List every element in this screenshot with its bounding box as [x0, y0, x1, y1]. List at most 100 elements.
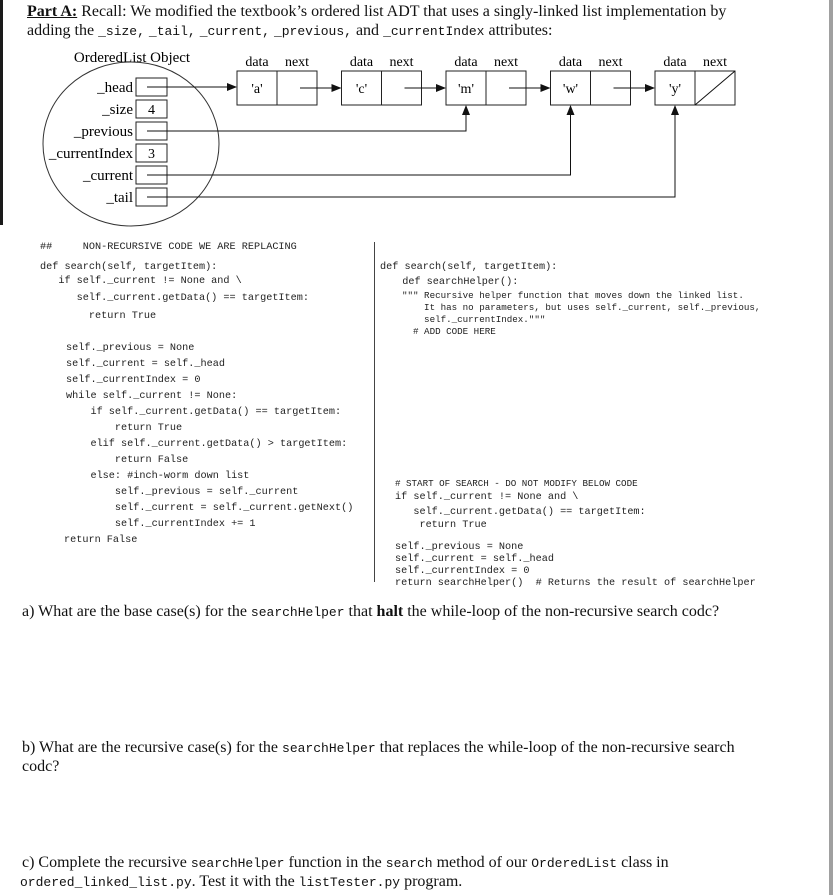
code-line: if self._current != None and \: [395, 492, 579, 503]
question-a: a) What are the base case(s) for the sea…: [22, 602, 719, 623]
question-a-mid: that: [344, 603, 377, 620]
code-line: self._current.getData() == targetItem:: [395, 507, 646, 518]
previous-pointer-arrow: [147, 105, 470, 132]
question-c-text: c) Complete the recursive: [22, 854, 191, 871]
node-value: 'm': [458, 82, 474, 97]
code-searchhelper: searchHelper: [250, 605, 345, 620]
code-line: while self._current != None:: [66, 391, 238, 402]
code-line: self._previous = None: [395, 542, 524, 553]
question-b-text: b) What are the recursive case(s) for th…: [22, 739, 283, 756]
question-c-line2-mid: . Test it with the: [191, 873, 299, 890]
code-line: if self._current.getData() == targetItem…: [66, 407, 342, 418]
node-data-label: data: [559, 55, 583, 70]
question-b-line2: codc?: [22, 757, 59, 777]
intro-line-1: Part A: Recall: We modified the textbook…: [27, 2, 726, 22]
question-b-suffix: that replaces the while-loop of the non-…: [375, 739, 735, 756]
and-word: and: [355, 22, 380, 39]
attribute-list: _head _size 4 _previous _currentIndex 3 _curre…: [48, 77, 168, 207]
intro-suffix: attributes:: [484, 22, 553, 39]
code-line: self._currentIndex += 1: [66, 519, 256, 530]
docstring-line: # ADD CODE HERE: [402, 326, 496, 337]
question-c-line2-suffix: program.: [400, 873, 463, 890]
docstring-line: self._currentIndex.""": [402, 314, 546, 325]
node-data-label: data: [245, 55, 269, 70]
intro-line-2: adding the _size, _tail, _current, _prev…: [27, 21, 552, 42]
linked-list-diagram: OrderedList Object _head_size 4_previous_…: [42, 50, 736, 227]
code-header-comment: ## NON-RECURSIVE CODE WE ARE REPLACING: [40, 242, 297, 253]
code-line: self._currentIndex = 0: [66, 375, 201, 386]
code-line: return False: [64, 535, 138, 546]
question-b: b) What are the recursive case(s) for th…: [22, 738, 735, 759]
question-c-mid1: function in the: [284, 854, 386, 871]
tail-pointer-arrow: [147, 105, 679, 198]
node-next-label: next: [285, 55, 309, 70]
code-line: self._current = self._head: [395, 554, 554, 565]
bold-halt: halt: [376, 603, 404, 620]
node-next-label: next: [494, 55, 518, 70]
node-value: 'w': [563, 82, 578, 97]
question-c-line2: ordered_linked_list.py. Test it with the…: [20, 872, 462, 893]
code-line: elif self._current.getData() > targetIte…: [66, 439, 348, 450]
code-line: def searchHelper():: [390, 277, 519, 288]
attribute-label: _tail: [105, 190, 133, 206]
node-value: 'a': [251, 82, 262, 97]
intro-text: Recall: We modified the textbook’s order…: [77, 3, 727, 20]
attr-size: _size,: [98, 24, 145, 39]
code-orderedlist: OrderedList: [531, 856, 618, 871]
non-recursive-code: ## NON-RECURSIVE CODE WE ARE REPLACING de…: [40, 240, 375, 560]
code-line: def search(self, targetItem):: [380, 262, 558, 273]
code-filename: ordered_linked_list.py: [20, 875, 192, 890]
code-line: self._currentIndex = 0: [395, 566, 530, 577]
attr-previous: _previous,: [273, 24, 352, 39]
intro-text-2: adding the: [27, 22, 99, 39]
code-line: self._previous = self._current: [66, 487, 299, 498]
code-line: self._current.getData() == targetItem:: [40, 293, 309, 304]
code-line: self._current = self._head: [66, 359, 225, 370]
node-next-label: next: [389, 55, 413, 70]
attr-current: _current,: [199, 24, 270, 39]
attribute-label: _head: [96, 80, 133, 96]
attribute-label: _size: [101, 102, 133, 118]
code-line: # START OF SEARCH - DO NOT MODIFY BELOW …: [395, 478, 638, 489]
question-a-suffix: the while-loop of the non-recursive sear…: [403, 603, 720, 620]
question-c: c) Complete the recursive searchHelper f…: [22, 853, 669, 874]
attr-currentindex: _currentIndex: [383, 24, 485, 39]
code-tester-filename: listTester.py: [298, 875, 401, 890]
part-label: Part A:: [27, 3, 78, 20]
attribute-label: _currentIndex: [48, 146, 134, 162]
attribute-value: 4: [148, 103, 155, 118]
docstring-line: It has no parameters, but uses self._cur…: [402, 302, 761, 313]
code-line: return searchHelper() # Returns the resu…: [395, 578, 756, 589]
docstring-line: """ Recursive helper function that moves…: [402, 290, 744, 301]
current-pointer-arrow: [147, 105, 575, 176]
code-divider: [374, 242, 375, 582]
recursive-code-template: def search(self, targetItem): def search…: [380, 262, 800, 592]
question-c-mid2: method of our: [432, 854, 532, 871]
code-line: else: #inch-worm down list: [66, 471, 250, 482]
code-line: return True: [395, 520, 487, 531]
code-line: if self._current != None and \: [40, 276, 242, 287]
node-data-label: data: [350, 55, 374, 70]
node-next-label: next: [598, 55, 622, 70]
attr-tail: _tail,: [148, 24, 196, 39]
code-search: search: [385, 856, 433, 871]
node-next-label: next: [703, 55, 727, 70]
question-b-line2-text: codc?: [22, 758, 60, 775]
code-line: self._previous = None: [66, 343, 195, 354]
attribute-label: _current: [82, 168, 134, 184]
code-line: return True: [40, 311, 157, 322]
attribute-label: _previous: [73, 124, 133, 140]
question-a-text: a) What are the base case(s) for the: [22, 603, 251, 620]
node-list: data next'a'data next'c'data next'm'data nex…: [236, 55, 736, 106]
attribute-value: 3: [148, 147, 155, 162]
code-searchhelper: searchHelper: [190, 856, 285, 871]
node-value: 'c': [356, 82, 367, 97]
node-value: 'y': [669, 82, 681, 97]
code-line: return False: [66, 455, 189, 466]
code-line: def search(self, targetItem):: [40, 262, 218, 273]
code-line: return True: [66, 423, 183, 434]
code-line: self._current = self._current.getNext(): [66, 503, 354, 514]
node-data-label: data: [454, 55, 478, 70]
object-title: OrderedList Object: [74, 50, 191, 66]
code-searchhelper: searchHelper: [282, 741, 376, 756]
